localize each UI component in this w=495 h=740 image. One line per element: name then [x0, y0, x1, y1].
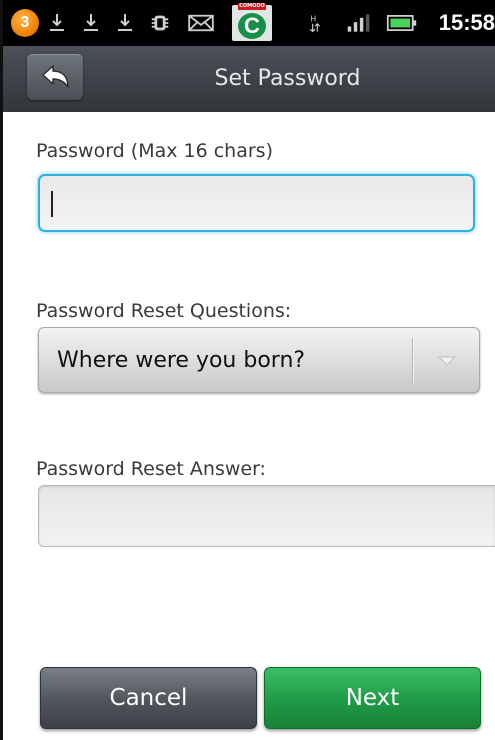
- back-button[interactable]: [27, 54, 83, 100]
- screen: 3 COMODO C H 15:58 Set Password Password…: [0, 0, 495, 740]
- clock: 15:58: [438, 10, 495, 35]
- next-button[interactable]: Next: [264, 667, 481, 729]
- notification-count: 3: [11, 9, 39, 37]
- dropdown-arrow-icon[interactable]: [427, 328, 467, 394]
- download-icon: [80, 0, 102, 46]
- comodo-app-icon: COMODO C: [230, 0, 274, 46]
- selected-question: Where were you born?: [57, 348, 306, 373]
- title-bar: Set Password: [0, 46, 495, 113]
- back-arrow-icon: [42, 65, 69, 88]
- status-bar: 3 COMODO C H 15:58: [0, 0, 495, 46]
- signal-icon: [344, 0, 374, 46]
- password-label: Password (Max 16 chars): [36, 140, 273, 162]
- reset-question-select[interactable]: Where were you born?: [38, 327, 480, 393]
- password-input[interactable]: [38, 174, 475, 232]
- reset-questions-label: Password Reset Questions:: [36, 300, 292, 322]
- reset-answer-input[interactable]: [38, 485, 495, 547]
- email-icon: [186, 0, 216, 46]
- cancel-button[interactable]: Cancel: [40, 667, 257, 729]
- usb-debug-icon: [148, 0, 172, 46]
- download-icon: [46, 0, 68, 46]
- data-hplus-icon: H: [306, 0, 324, 46]
- battery-icon: [384, 0, 420, 46]
- download-icon: [114, 0, 136, 46]
- text-caret: [51, 191, 53, 217]
- reset-answer-label: Password Reset Answer:: [36, 458, 266, 480]
- form-content: Password (Max 16 chars) Password Reset Q…: [0, 112, 495, 740]
- notification-badge-icon[interactable]: 3: [8, 0, 42, 46]
- svg-text:H: H: [310, 14, 316, 23]
- select-divider: [412, 338, 413, 384]
